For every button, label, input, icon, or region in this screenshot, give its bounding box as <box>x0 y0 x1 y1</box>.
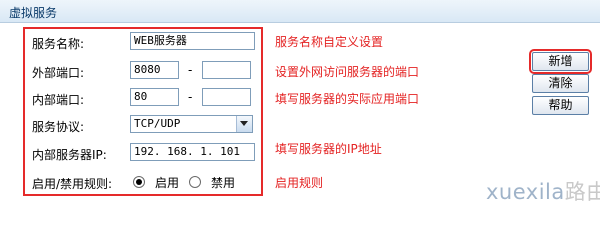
note-rule: 启用规则 <box>275 176 324 190</box>
external-port-separator: - <box>188 63 193 77</box>
highlight-frame <box>23 27 263 196</box>
external-port-end-input[interactable] <box>202 61 251 79</box>
add-button[interactable]: 新增 <box>529 49 592 74</box>
rule-disable-label: 禁用 <box>211 176 236 190</box>
external-port-label: 外部端口: <box>32 66 85 80</box>
service-name-input[interactable]: WEB服务器 <box>130 32 255 50</box>
rule-disable-radio[interactable] <box>189 176 201 188</box>
section-title: 虚拟服务 <box>9 6 58 20</box>
protocol-selected-value: TCP/UDP <box>134 117 181 130</box>
internal-port-start-input[interactable]: 80 <box>130 88 179 106</box>
note-external-port: 设置外网访问服务器的端口 <box>275 65 420 79</box>
section-header: 虚拟服务 <box>0 0 600 23</box>
protocol-select[interactable]: TCP/UDP <box>130 115 253 133</box>
external-port-start-input[interactable]: 8080 <box>130 61 179 79</box>
note-service-name: 服务名称自定义设置 <box>275 35 384 49</box>
internal-port-label: 内部端口: <box>32 93 85 107</box>
protocol-label: 服务协议: <box>32 120 85 134</box>
internal-port-separator: - <box>188 90 193 104</box>
note-server-ip: 填写服务器的IP地址 <box>275 142 382 156</box>
clear-button[interactable]: 清除 <box>532 74 589 93</box>
server-ip-input[interactable]: 192. 168. 1. 101 <box>130 143 255 161</box>
watermark: xuexila路由网 <box>486 176 600 206</box>
help-button[interactable]: 帮助 <box>532 96 589 115</box>
rule-label: 启用/禁用规则: <box>32 177 113 191</box>
service-name-label: 服务名称: <box>32 37 85 51</box>
rule-enable-label: 启用 <box>155 176 180 190</box>
rule-enable-radio[interactable] <box>133 176 145 188</box>
watermark-text: xuexila <box>486 180 565 204</box>
server-ip-label: 内部服务器IP: <box>32 148 107 162</box>
internal-port-end-input[interactable] <box>202 88 251 106</box>
watermark-text-cn: 路由网 <box>564 180 600 204</box>
chevron-down-icon[interactable] <box>236 116 252 132</box>
note-internal-port: 填写服务器的实际应用端口 <box>275 92 420 106</box>
